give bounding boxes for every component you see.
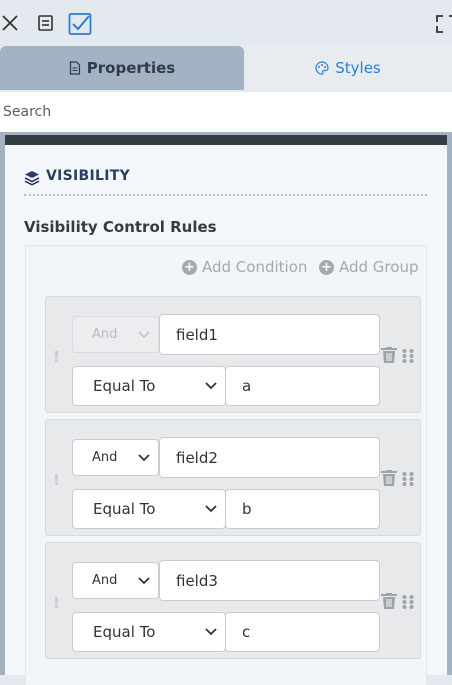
palette-icon [315, 61, 329, 75]
search-input[interactable] [0, 92, 452, 132]
logic-select-value: And [92, 573, 118, 588]
visibility-panel: VISIBILITY Visibility Control Rules + Ad… [5, 135, 447, 685]
value-input[interactable]: c [225, 612, 380, 652]
add-condition-button[interactable]: + Add Condition [182, 258, 307, 276]
logic-select-value: And [92, 450, 118, 465]
add-group-button[interactable]: + Add Group [319, 258, 418, 276]
condition-row: ! And field2 Equal To b [45, 419, 421, 536]
tab-styles[interactable]: Styles [244, 46, 452, 90]
top-toolbar [0, 0, 452, 46]
trash-icon[interactable] [380, 470, 398, 487]
field-input[interactable]: field2 [159, 437, 380, 478]
chevron-down-icon [205, 382, 217, 390]
field-input-value: field3 [176, 571, 218, 590]
checkbox-checked-icon[interactable] [68, 12, 92, 36]
exclamation-icon: ! [53, 471, 60, 489]
operator-select-value: Equal To [93, 377, 156, 395]
chevron-down-icon [205, 505, 217, 513]
field-input[interactable]: field1 [159, 314, 380, 355]
close-icon[interactable] [0, 12, 24, 36]
trash-icon[interactable] [380, 593, 398, 610]
drag-handle-icon[interactable] [401, 471, 415, 487]
field-input-value: field2 [176, 448, 218, 467]
layers-icon [24, 171, 40, 186]
plus-circle-icon: + [319, 259, 334, 275]
visibility-section-header[interactable]: VISIBILITY [24, 168, 427, 196]
condition-row: ! And field3 Equal To c [45, 542, 421, 659]
logic-select-value: And [92, 327, 118, 342]
value-input[interactable]: b [225, 489, 380, 529]
operator-select-value: Equal To [93, 623, 156, 641]
document-icon [69, 61, 80, 75]
value-input[interactable]: a [225, 366, 380, 406]
exclamation-icon: ! [53, 594, 60, 612]
add-group-label: Add Group [339, 258, 419, 276]
operator-select[interactable]: Equal To [72, 366, 226, 406]
logic-select: And [72, 316, 159, 353]
chevron-down-icon [138, 330, 150, 338]
tab-styles-label: Styles [335, 59, 381, 77]
tab-properties-label: Properties [86, 59, 176, 77]
section-title: VISIBILITY [46, 168, 131, 184]
chevron-down-icon [138, 576, 150, 584]
add-condition-label: Add Condition [202, 258, 308, 276]
logic-select[interactable]: And [72, 562, 159, 599]
rules-label: Visibility Control Rules [24, 218, 217, 236]
exclamation-icon: ! [53, 348, 60, 366]
condition-row: ! And field1 Equal To a [45, 296, 421, 413]
tab-properties[interactable]: Properties [0, 46, 244, 90]
operator-select[interactable]: Equal To [72, 612, 226, 652]
operator-select[interactable]: Equal To [72, 489, 226, 529]
plus-circle-icon: + [182, 259, 197, 275]
chevron-down-icon [205, 628, 217, 636]
panel-tabs: Properties Styles [0, 46, 452, 90]
form-icon[interactable] [34, 12, 58, 36]
value-input-value: b [242, 500, 252, 518]
rules-group: + Add Condition + Add Group ! And field1… [25, 245, 427, 685]
trash-icon[interactable] [380, 347, 398, 364]
value-input-value: a [242, 377, 252, 395]
field-input-value: field1 [176, 325, 218, 344]
drag-handle-icon[interactable] [401, 348, 415, 364]
drag-handle-icon[interactable] [401, 594, 415, 610]
logic-select[interactable]: And [72, 439, 159, 476]
expand-icon[interactable] [434, 12, 452, 36]
operator-select-value: Equal To [93, 500, 156, 518]
chevron-down-icon [138, 453, 150, 461]
field-input[interactable]: field3 [159, 560, 380, 601]
value-input-value: c [242, 623, 251, 641]
